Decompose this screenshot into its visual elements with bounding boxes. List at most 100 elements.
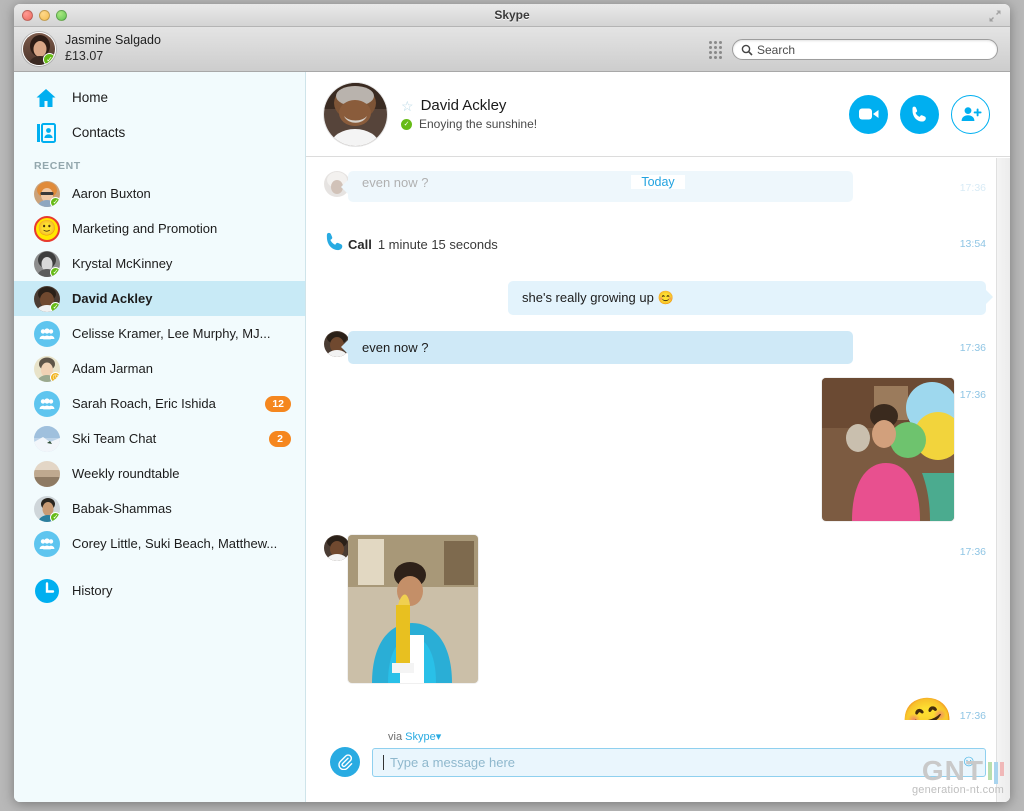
chat-contact-name: David Ackley [420,97,507,114]
unread-badge: 12 [265,395,291,412]
avatar: ◷ [34,355,60,382]
avatar [324,535,350,561]
group-avatar-icon [34,320,60,347]
message-row-outgoing-photo: 17:36 [306,378,1010,521]
title-bar: Skype [14,4,1010,27]
chat-header-actions [849,94,990,134]
close-button[interactable] [22,10,33,21]
chat-mood-message: Enoying the sunshine! [419,117,538,131]
contact-name: Celisse Kramer, Lee Murphy, MJ... [72,326,271,341]
group-avatar-icon [34,390,60,417]
status-badge-online: ✓ [50,511,60,522]
minimize-button[interactable] [39,10,50,21]
fullscreen-arrows-icon[interactable] [988,9,1002,23]
sidebar-item-marketing-and-promotion[interactable]: 🙂 Marketing and Promotion [14,211,305,246]
call-duration: 1 minute 15 seconds [377,236,498,252]
message-list[interactable]: even now ? 17:36 Today Call 1 minute 15 … [306,157,1010,720]
status-badge-away: ◷ [50,371,60,382]
video-call-button[interactable] [849,94,888,134]
dialpad-icon[interactable] [709,40,722,59]
home-icon [34,88,58,108]
status-badge-online: ✓ [50,301,60,312]
message-time: 13:54 [959,238,986,250]
sidebar-item-krystal-mckinney[interactable]: ✓ Krystal McKinney [14,246,305,281]
message-input-placeholder: Type a message here [390,754,516,770]
message-row-outgoing-emoji: 🤗 17:36 [306,696,1010,721]
message-time: 17:36 [959,546,986,558]
sidebar-item-weekly-roundtable[interactable]: Weekly roundtable [14,456,305,491]
sidebar-item-celisse-kramer-group[interactable]: Celisse Kramer, Lee Murphy, MJ... [14,316,305,351]
attach-button[interactable] [330,747,360,777]
via-label[interactable]: via Skype▾ [330,730,986,743]
contact-name: Babak-Shammas [72,501,172,516]
status-badge-online: ✓ [50,266,60,277]
contacts-card-icon [34,122,58,143]
contact-name: Marketing and Promotion [72,221,218,236]
sidebar-item-home[interactable]: Home [14,80,305,115]
sidebar-item-ski-team-chat[interactable]: Ski Team Chat 2 [14,421,305,456]
chat-scrollbar[interactable] [996,158,1010,802]
sidebar-item-babak-shammas[interactable]: ✓ Babak-Shammas [14,491,305,526]
window-controls[interactable] [22,10,67,21]
clock-icon [34,578,60,604]
avatar[interactable]: ✓ [22,32,56,66]
day-divider-label: Today [631,175,685,189]
text-caret [383,754,384,770]
message-input[interactable]: Type a message here ☺ [372,747,986,777]
sidebar-item-corey-little-group[interactable]: Corey Little, Suki Beach, Matthew... [14,526,305,561]
message-time: 17:36 [959,389,986,401]
window-title: Skype [494,8,530,22]
contact-name: Weekly roundtable [72,466,180,481]
sidebar-item-david-ackley[interactable]: ✓ David Ackley [14,281,305,316]
phone-icon [324,231,346,258]
avatar[interactable] [324,82,387,146]
status-badge-online: ✓ [401,118,412,130]
via-service[interactable]: Skype [405,731,436,743]
sidebar-item-sarah-roach-group[interactable]: Sarah Roach, Eric Ishida 12 [14,386,305,421]
chevron-down-icon[interactable]: ▾ [436,731,442,743]
chat-pane: ☆ David Ackley ✓ Enoying the sunshine! e… [306,72,1010,802]
contact-name: Corey Little, Suki Beach, Matthew... [72,536,278,551]
message-bubble: she's really growing up 😊 [508,281,993,315]
message-time: 17:36 [959,182,986,194]
avatar [34,425,60,452]
contact-name: Ski Team Chat [72,431,157,446]
girl-with-balloons-photo-placeholder[interactable] [348,535,478,683]
search-icon [741,44,753,56]
message-row-outgoing: she's really growing up 😊 [306,281,1010,315]
video-camera-icon [858,108,878,120]
sidebar-item-label: Home [72,90,109,105]
call-label: Call [348,236,372,252]
sidebar: Home Contacts RECENT ✓ Aaron Buxton 🙂 Ma… [14,72,306,802]
star-icon[interactable]: ☆ [401,99,414,113]
via-prefix: via [388,731,403,743]
recent-section-header: RECENT [34,160,81,172]
contact-name: David Ackley [72,291,153,306]
sidebar-item-history[interactable]: History [14,573,305,608]
sidebar-item-label: History [72,583,113,598]
avatar [34,460,60,487]
big-emoji: 🤗 [901,696,954,721]
message-row-incoming-photo: 17:36 [306,535,1010,683]
message-row-incoming: even now ? 17:36 [306,331,1010,364]
current-user[interactable]: ✓ Jasmine Salgado £13.07 [22,32,161,66]
contact-name: Adam Jarman [72,361,153,376]
sidebar-item-adam-jarman[interactable]: ◷ Adam Jarman [14,351,305,386]
message-time: 17:36 [959,342,986,354]
skype-window: Skype ✓ Jasmine Salgado £13.07 Search Ho… [14,4,1010,802]
status-badge-online: ✓ [43,53,55,65]
user-name: Jasmine Salgado [65,33,161,48]
boy-with-trophy-photo-placeholder[interactable] [821,378,954,521]
contact-name: Aaron Buxton [72,186,151,201]
sidebar-item-contacts[interactable]: Contacts [14,115,305,150]
status-badge-online: ✓ [50,196,60,207]
user-balance: £13.07 [65,49,104,63]
zoom-button[interactable] [56,10,67,21]
search-input[interactable]: Search [732,39,998,60]
sidebar-item-aaron-buxton[interactable]: ✓ Aaron Buxton [14,176,305,211]
message-time: 17:36 [959,710,986,720]
add-people-button[interactable] [951,94,990,134]
voice-call-button[interactable] [900,94,939,134]
unread-badge: 2 [269,430,291,447]
emoji-picker-button[interactable]: ☺ [961,754,977,770]
